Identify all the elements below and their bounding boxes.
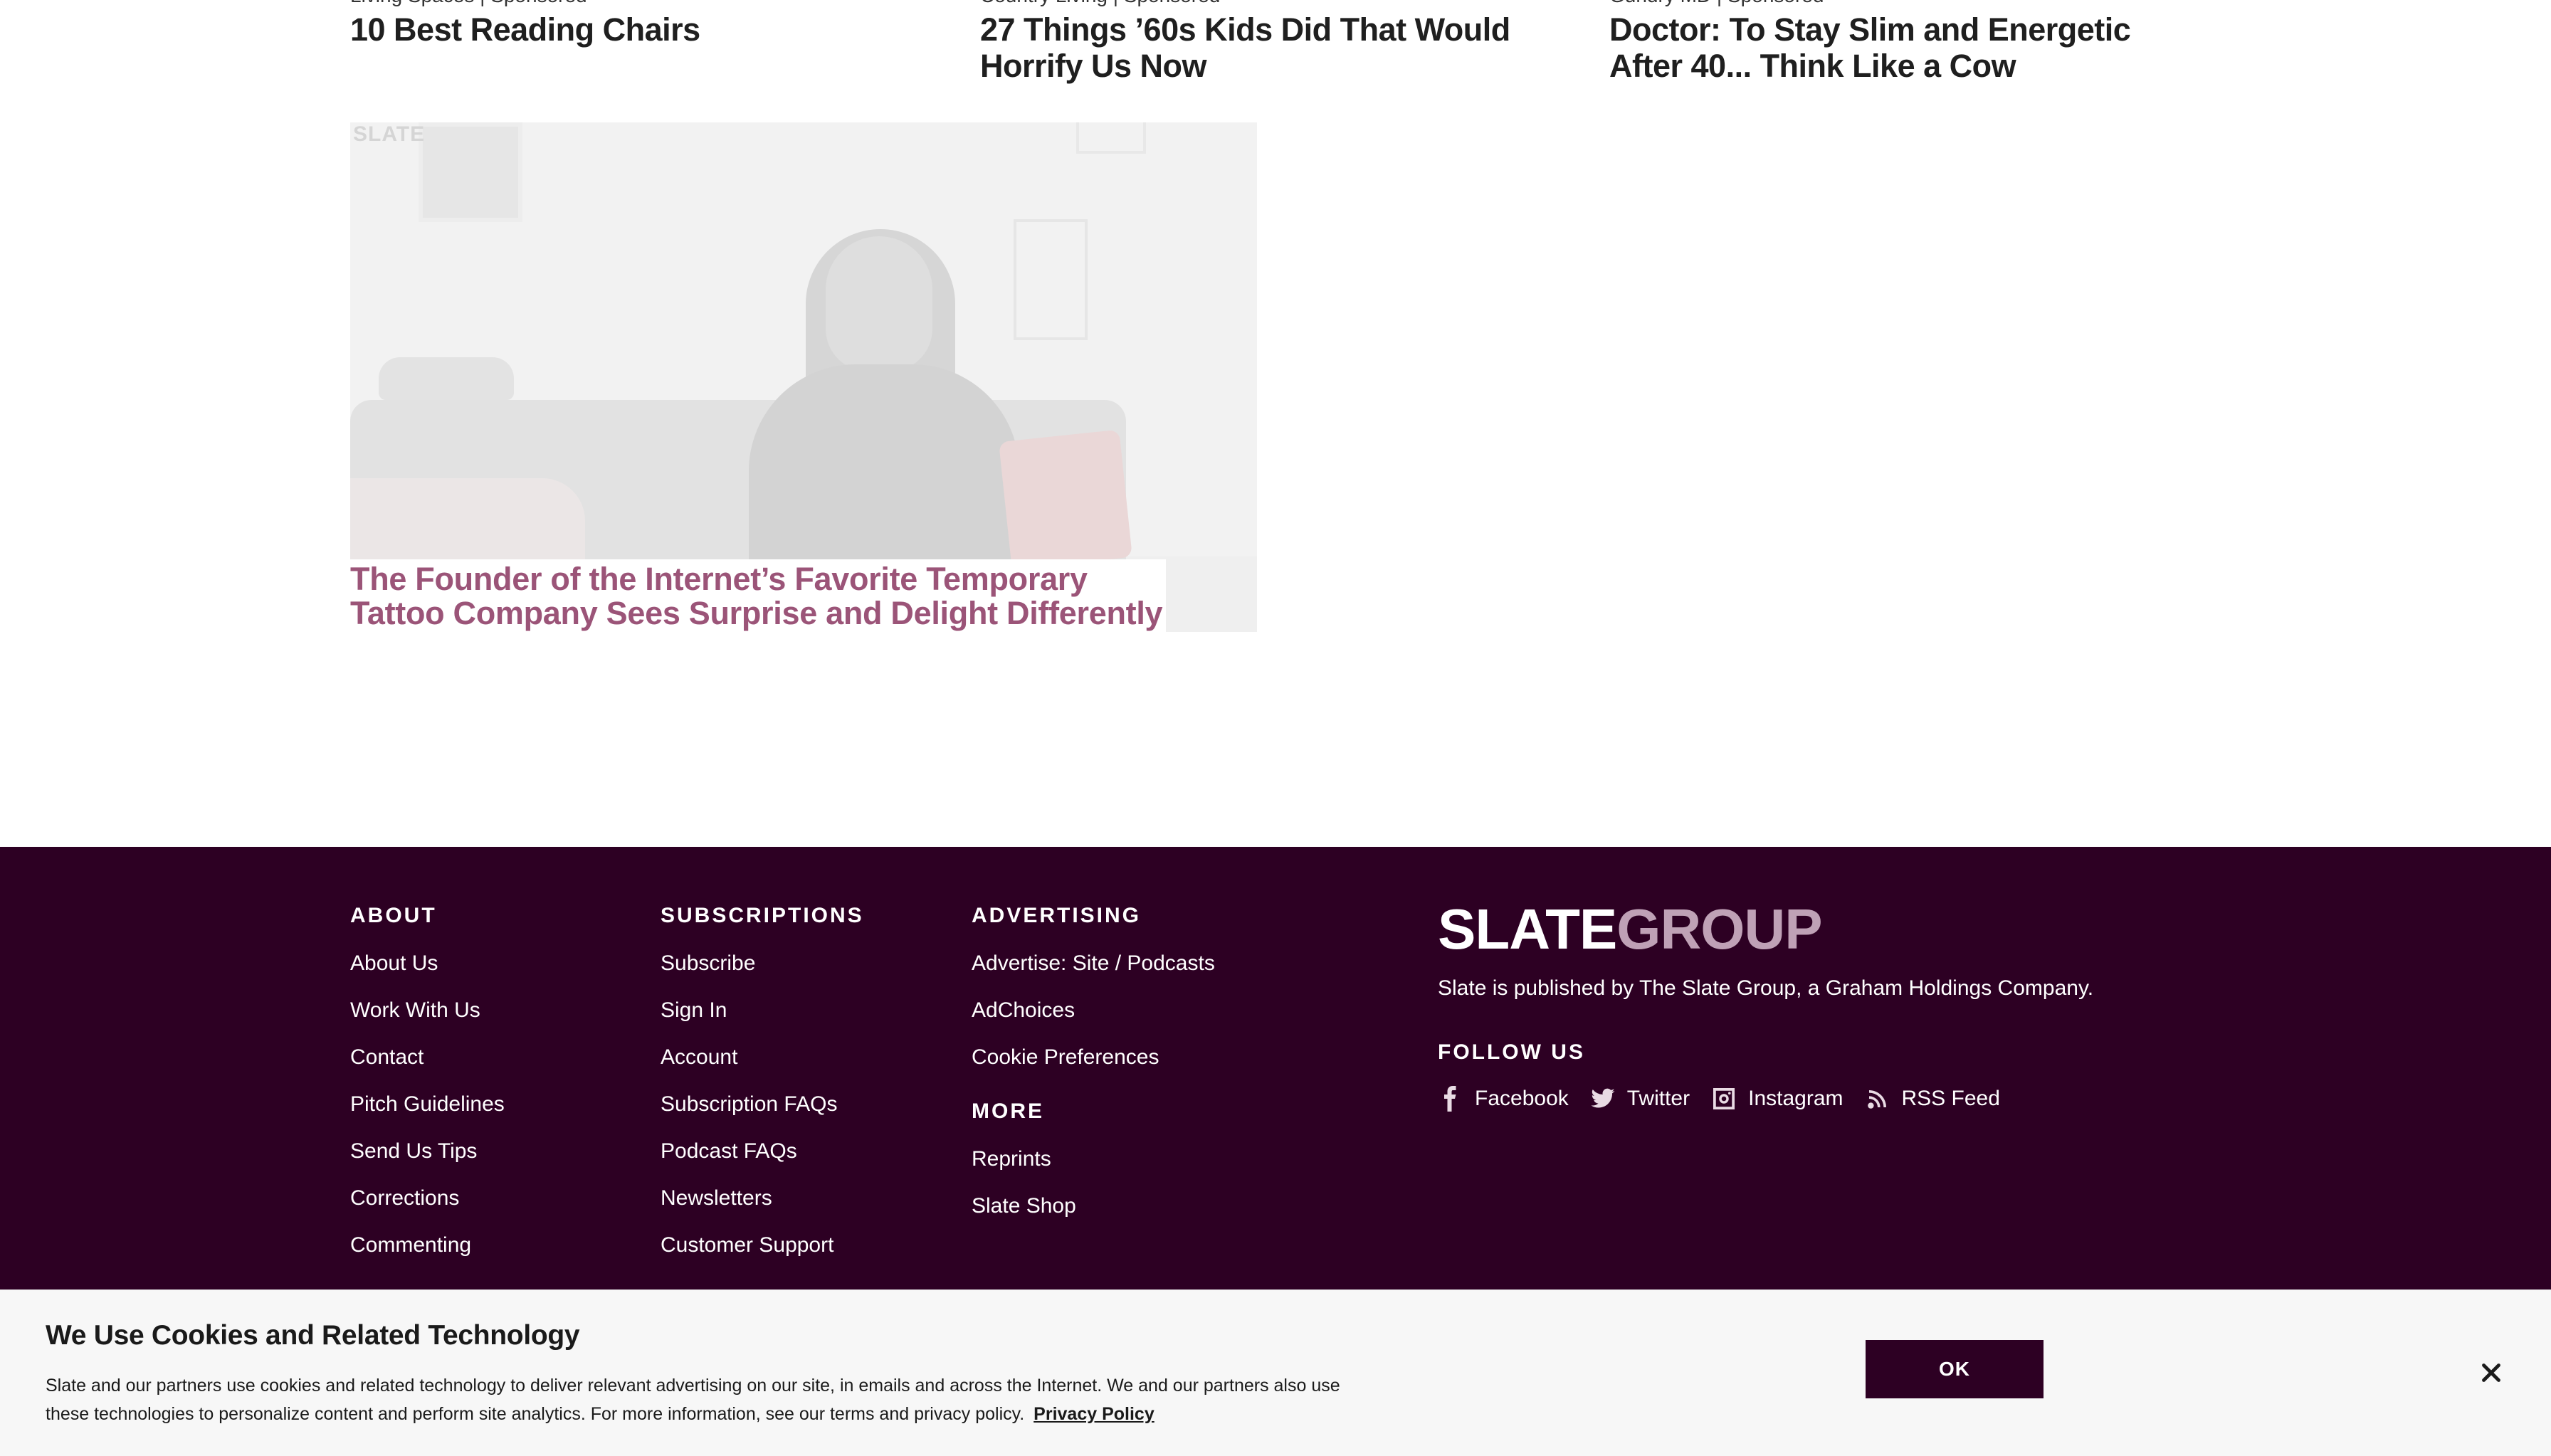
footer-column-advertising: ADVERTISING Advertise: Site / Podcasts A… bbox=[972, 905, 1215, 1243]
slate-watermark: SLATE bbox=[353, 122, 426, 146]
feature-title[interactable]: The Founder of the Internet’s Favorite T… bbox=[350, 562, 1166, 631]
close-icon bbox=[2482, 1363, 2500, 1382]
instagram-icon bbox=[1713, 1088, 1735, 1109]
cookie-ok-button[interactable]: OK bbox=[1866, 1340, 2044, 1398]
wall-frame bbox=[419, 122, 522, 222]
pillow-shape bbox=[999, 429, 1132, 570]
social-link-twitter[interactable]: Twitter bbox=[1590, 1086, 1690, 1112]
footer-link-advertise[interactable]: Advertise: Site / Podcasts bbox=[972, 953, 1215, 974]
social-links: Facebook Twitter Instagram RSS Feed bbox=[1438, 1086, 2093, 1112]
footer-heading: ADVERTISING bbox=[972, 904, 1142, 927]
feature-caption[interactable]: The Founder of the Internet’s Favorite T… bbox=[350, 559, 1166, 632]
footer-heading: ABOUT bbox=[350, 904, 437, 927]
cookie-close-button[interactable] bbox=[2478, 1360, 2504, 1386]
cookie-banner-title: We Use Cookies and Related Technology bbox=[46, 1320, 580, 1351]
social-link-rss[interactable]: RSS Feed bbox=[1865, 1086, 2000, 1112]
footer-link-sign-in[interactable]: Sign In bbox=[661, 1000, 864, 1021]
cookie-banner-text: Slate and our partners use cookies and r… bbox=[46, 1376, 1340, 1424]
promo-title[interactable]: Doctor: To Stay Slim and Energetic After… bbox=[1609, 11, 2193, 84]
wall-frame bbox=[1014, 219, 1088, 340]
footer-link-adchoices[interactable]: AdChoices bbox=[972, 1000, 1215, 1021]
promo-source: Gundry MD | Sponsored bbox=[1609, 0, 1824, 7]
twitter-icon bbox=[1591, 1088, 1615, 1108]
footer-heading: SUBSCRIPTIONS bbox=[661, 904, 864, 927]
feature-article-card[interactable]: SLATE The Founder of the Internet’s Favo… bbox=[350, 122, 1257, 632]
wall-frame bbox=[1076, 122, 1146, 154]
facebook-icon bbox=[1444, 1086, 1456, 1112]
feature-image[interactable]: SLATE bbox=[350, 122, 1257, 632]
footer-link-customer-support[interactable]: Customer Support bbox=[661, 1235, 864, 1256]
footer-link-cookie-preferences[interactable]: Cookie Preferences bbox=[972, 1047, 1215, 1068]
footer-link-commenting[interactable]: Commenting bbox=[350, 1235, 505, 1256]
footer-column-about: ABOUT About Us Work With Us Contact Pitc… bbox=[350, 905, 505, 1282]
footer-link-pitch-guidelines[interactable]: Pitch Guidelines bbox=[350, 1094, 505, 1115]
footer-link-subscription-faqs[interactable]: Subscription FAQs bbox=[661, 1094, 864, 1115]
plant-shape bbox=[379, 357, 514, 400]
footer-link-subscribe[interactable]: Subscribe bbox=[661, 953, 864, 974]
footer-link-newsletters[interactable]: Newsletters bbox=[661, 1188, 864, 1209]
footer-link-send-us-tips[interactable]: Send Us Tips bbox=[350, 1141, 505, 1162]
sponsored-promos: Living Spaces | Sponsored 10 Best Readin… bbox=[0, 0, 2551, 107]
promo-source: Living Spaces | Sponsored bbox=[350, 0, 587, 7]
footer-link-reprints[interactable]: Reprints bbox=[972, 1149, 1215, 1170]
rss-icon bbox=[1867, 1090, 1886, 1109]
cookie-consent-banner: We Use Cookies and Related Technology Sl… bbox=[0, 1289, 2551, 1456]
footer-link-account[interactable]: Account bbox=[661, 1047, 864, 1068]
promo-source: Country Living | Sponsored bbox=[980, 0, 1220, 7]
footer-column-subscriptions: SUBSCRIPTIONS Subscribe Sign In Account … bbox=[661, 905, 864, 1282]
footer-heading-more: MORE bbox=[972, 1099, 1044, 1123]
promo-title[interactable]: 27 Things ’60s Kids Did That Would Horri… bbox=[980, 11, 1564, 84]
footer-link-contact[interactable]: Contact bbox=[350, 1047, 505, 1068]
follow-us-heading: FOLLOW US bbox=[1438, 1040, 1585, 1064]
social-link-instagram[interactable]: Instagram bbox=[1711, 1086, 1843, 1112]
footer-link-about-us[interactable]: About Us bbox=[350, 953, 505, 974]
promo-title[interactable]: 10 Best Reading Chairs bbox=[350, 11, 700, 48]
footer-link-corrections[interactable]: Corrections bbox=[350, 1188, 505, 1209]
person-head-shape bbox=[826, 236, 932, 371]
footer-link-slate-shop[interactable]: Slate Shop bbox=[972, 1196, 1215, 1217]
publisher-statement: Slate is published by The Slate Group, a… bbox=[1438, 976, 2094, 1000]
footer-link-podcast-faqs[interactable]: Podcast FAQs bbox=[661, 1141, 864, 1162]
privacy-policy-link[interactable]: Privacy Policy bbox=[1033, 1404, 1154, 1424]
footer-link-work-with-us[interactable]: Work With Us bbox=[350, 1000, 505, 1021]
footer-brand: SLATEGROUP Slate is published by The Sla… bbox=[1438, 901, 2093, 1112]
slate-group-logo[interactable]: SLATEGROUP bbox=[1438, 901, 2093, 958]
social-link-facebook[interactable]: Facebook bbox=[1438, 1086, 1569, 1112]
